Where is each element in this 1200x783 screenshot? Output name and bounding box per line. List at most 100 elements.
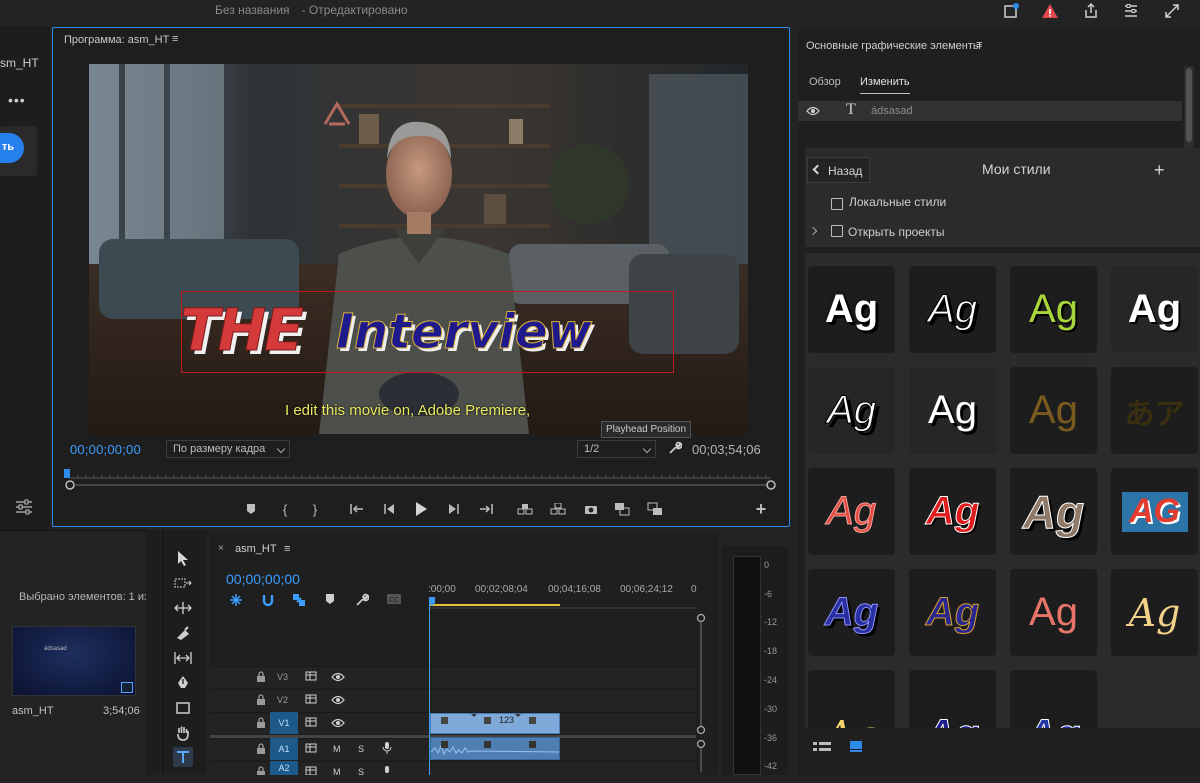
style-tile[interactable]: Ag xyxy=(808,569,895,656)
mute-button[interactable]: M xyxy=(333,767,341,775)
resolution-select[interactable]: 1/2 xyxy=(577,440,656,458)
sync-lock-icon[interactable] xyxy=(305,743,319,754)
captions-icon[interactable]: CC xyxy=(386,593,402,607)
monitor-menu-icon[interactable]: ≡ xyxy=(172,33,178,45)
tab-browse[interactable]: Обзор xyxy=(809,76,841,88)
lock-icon[interactable] xyxy=(256,694,266,705)
rectangle-tool-icon[interactable] xyxy=(173,698,193,718)
title-text-interview[interactable]: Interview xyxy=(336,304,593,361)
sync-lock-icon[interactable] xyxy=(305,694,319,705)
lock-icon[interactable] xyxy=(256,766,266,775)
grid-view-icon[interactable] xyxy=(849,740,863,752)
hand-tool-icon[interactable] xyxy=(173,723,193,743)
add-marker-icon[interactable] xyxy=(325,593,339,607)
style-tile[interactable]: Ag xyxy=(909,569,996,656)
eye-icon[interactable] xyxy=(331,672,345,682)
solo-button[interactable]: S xyxy=(358,767,364,775)
ripple-edit-tool-icon[interactable] xyxy=(173,598,193,618)
zoom-select[interactable]: По размеру кадра xyxy=(166,440,290,458)
go-to-in-button[interactable] xyxy=(348,499,366,519)
local-styles-checkbox[interactable] xyxy=(831,198,843,210)
track-select-tool-icon[interactable] xyxy=(173,573,193,593)
solo-button[interactable]: S xyxy=(358,744,364,754)
style-tile[interactable]: Ag xyxy=(1010,266,1097,353)
playhead-line[interactable] xyxy=(429,600,430,775)
track-name-v1[interactable]: V1 xyxy=(270,712,298,734)
panel-menu-icon[interactable]: ≡ xyxy=(976,39,982,51)
style-tile[interactable]: Ag xyxy=(909,670,996,728)
mute-button[interactable]: M xyxy=(333,744,341,754)
overwrite-button[interactable] xyxy=(646,499,664,519)
panel-tab-label[interactable]: sm_HT xyxy=(0,56,39,70)
warning-icon[interactable] xyxy=(1041,2,1061,22)
razor-tool-icon[interactable] xyxy=(173,623,193,643)
panel-title[interactable]: Основные графические элементы xyxy=(806,40,981,52)
pen-tool-icon[interactable] xyxy=(173,673,193,693)
clip-name[interactable]: asm_HT xyxy=(12,705,54,717)
go-to-out-button[interactable] xyxy=(477,499,495,519)
open-projects-label[interactable]: Открыть проекты xyxy=(848,225,945,239)
quick-export-icon[interactable] xyxy=(1002,2,1022,22)
workspaces-icon[interactable] xyxy=(1122,2,1142,22)
settings-sliders-icon[interactable] xyxy=(14,498,34,518)
sync-lock-icon[interactable] xyxy=(305,671,319,682)
linked-selection-icon[interactable] xyxy=(292,593,306,607)
eye-icon[interactable] xyxy=(806,106,820,116)
lock-icon[interactable] xyxy=(256,717,266,728)
open-projects-checkbox[interactable] xyxy=(831,225,843,237)
title-text-the[interactable]: THE xyxy=(180,296,305,365)
style-tile[interactable]: Ag xyxy=(1010,569,1097,656)
tab-edit[interactable]: Изменить xyxy=(860,76,910,94)
eye-icon[interactable] xyxy=(331,695,345,705)
play-button[interactable] xyxy=(412,499,430,519)
fullscreen-icon[interactable] xyxy=(1163,2,1183,22)
sync-lock-icon[interactable] xyxy=(305,766,319,775)
lock-icon[interactable] xyxy=(256,671,266,682)
camera-icon[interactable] xyxy=(583,499,599,519)
style-tile[interactable]: Ag xyxy=(909,367,996,454)
slip-tool-icon[interactable] xyxy=(173,648,193,668)
insert-button[interactable] xyxy=(613,499,631,519)
close-icon[interactable]: × xyxy=(218,543,224,554)
nest-icon[interactable] xyxy=(229,593,243,607)
monitor-title[interactable]: Программа: asm_HT xyxy=(64,34,169,46)
current-timecode[interactable]: 00;00;00;00 xyxy=(70,442,141,457)
layer-name[interactable]: ádsasad xyxy=(871,105,913,117)
style-tile[interactable]: Ag xyxy=(1111,266,1198,353)
timeline-menu-icon[interactable]: ≡ xyxy=(284,543,290,555)
style-tile[interactable]: Ag xyxy=(1010,670,1097,728)
style-tile[interactable]: あア xyxy=(1111,367,1198,454)
type-tool-icon[interactable] xyxy=(173,747,193,767)
time-ruler[interactable] xyxy=(428,597,696,609)
style-tile[interactable]: Ag xyxy=(808,468,895,555)
eye-icon[interactable] xyxy=(331,718,345,728)
add-style-button[interactable]: + xyxy=(1154,160,1165,181)
style-tile[interactable]: Ag xyxy=(1010,367,1097,454)
lift-button[interactable] xyxy=(516,499,534,519)
share-icon[interactable] xyxy=(1082,2,1102,22)
mark-out-button[interactable]: } xyxy=(308,499,322,519)
sync-lock-icon[interactable] xyxy=(305,717,319,728)
style-tile[interactable]: Ag xyxy=(909,468,996,555)
step-forward-button[interactable] xyxy=(446,499,462,519)
microphone-icon[interactable] xyxy=(382,742,392,754)
style-tile[interactable]: Ag xyxy=(808,266,895,353)
local-styles-label[interactable]: Локальные стили xyxy=(849,195,946,209)
style-tile[interactable]: Ag xyxy=(808,670,895,728)
scrollbar-thumb[interactable] xyxy=(1186,68,1192,142)
clip-thumbnail[interactable] xyxy=(12,626,136,696)
video-frame[interactable] xyxy=(89,64,748,434)
step-back-button[interactable] xyxy=(381,499,397,519)
wrench-icon[interactable] xyxy=(668,441,682,455)
timeline-timecode[interactable]: 00;00;00;00 xyxy=(226,571,300,587)
style-tile[interactable]: Ag xyxy=(808,367,895,454)
timeline-vertical-scrollbar[interactable] xyxy=(696,612,706,772)
list-view-icon[interactable] xyxy=(813,741,831,753)
style-tile[interactable]: AG xyxy=(1111,468,1198,555)
microphone-icon[interactable] xyxy=(382,766,392,775)
snap-icon[interactable] xyxy=(261,593,275,607)
lock-icon[interactable] xyxy=(256,743,266,754)
extract-button[interactable] xyxy=(549,499,567,519)
timeline-settings-wrench-icon[interactable] xyxy=(355,593,369,607)
caption-text[interactable]: I edit this movie on, Adobe Premiere, xyxy=(285,402,530,419)
